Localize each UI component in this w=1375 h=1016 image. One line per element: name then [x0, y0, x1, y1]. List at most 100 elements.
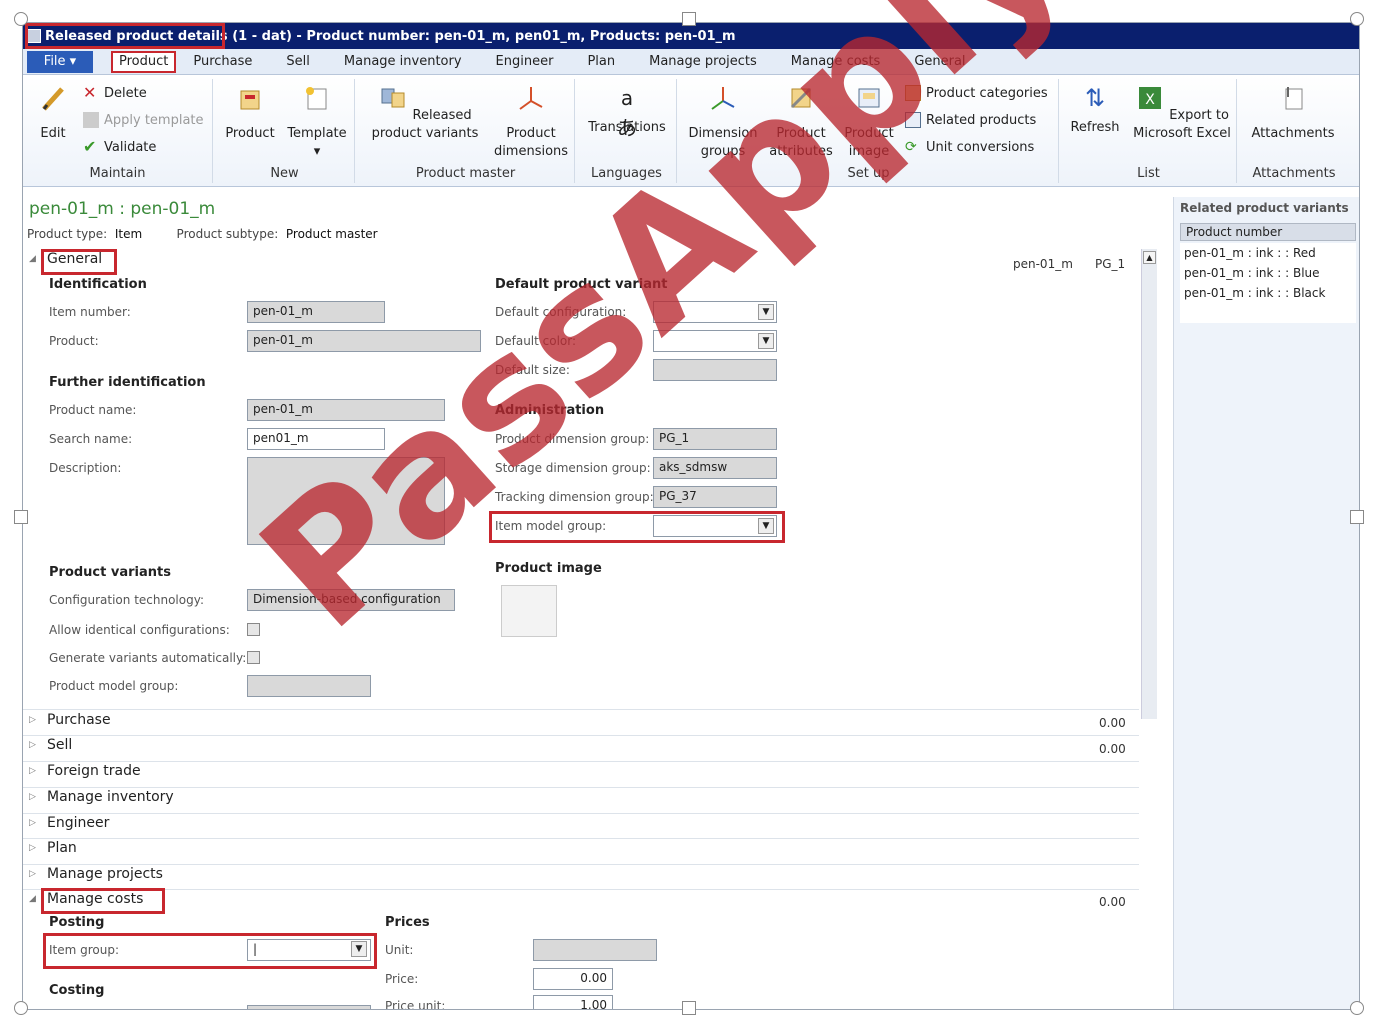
costing-field[interactable]: [247, 1005, 371, 1009]
tab-plan[interactable]: Plan: [570, 51, 632, 73]
related-products-button[interactable]: Related products: [905, 112, 1036, 128]
price-field[interactable]: 0.00: [533, 968, 613, 990]
identification-title: Identification: [49, 277, 147, 292]
divider: [23, 787, 1139, 788]
unit-conversions-icon: ⟳: [905, 139, 917, 155]
product-model-group-field[interactable]: [247, 675, 371, 697]
attributes-icon: [790, 87, 812, 109]
product-title: pen-01_m : pen-01_m: [29, 199, 216, 219]
product-dimensions-button[interactable]: Product dimensions: [491, 83, 571, 161]
tab-engineer[interactable]: Engineer: [479, 51, 571, 73]
fasttab-plan[interactable]: ▷ Plan: [29, 840, 77, 856]
tab-file[interactable]: File ▾: [27, 50, 93, 73]
storage-group-label: Storage dimension group:: [495, 461, 651, 475]
unit-label: Unit:: [385, 943, 414, 957]
default-size-field[interactable]: [653, 359, 777, 381]
group-label-languages: Languages: [591, 166, 662, 181]
tab-purchase[interactable]: Purchase: [176, 51, 269, 73]
divider: [23, 709, 1139, 710]
dimension-groups-button[interactable]: Dimension groups: [683, 83, 763, 161]
chevron-down-icon: ▾: [313, 144, 321, 159]
further-identification-title: Further identification: [49, 375, 206, 390]
validate-button[interactable]: ✔ Validate: [83, 139, 156, 155]
resize-handle-right[interactable]: [1350, 510, 1364, 524]
dropdown-icon[interactable]: ▼: [758, 333, 774, 349]
resize-handle-top-right[interactable]: [1350, 12, 1364, 26]
window-title-rest: (1 - dat) - Product number: pen-01_m, pe…: [232, 28, 736, 44]
price-unit-field[interactable]: 1.00: [533, 995, 613, 1009]
resize-handle-bottom-left[interactable]: [14, 1001, 28, 1015]
unit-conversions-button[interactable]: ⟳ Unit conversions: [905, 139, 1034, 155]
dim-group-field[interactable]: PG_1: [653, 428, 777, 450]
new-template-button[interactable]: Template ▾: [283, 83, 351, 161]
checkmark-icon: ✔: [83, 137, 97, 156]
delete-button[interactable]: ✕ Delete: [83, 85, 147, 101]
released-product-variants-button[interactable]: Released product variants: [361, 83, 489, 143]
group-new: Product Template ▾ New: [215, 79, 355, 183]
default-size-label: Default size:: [495, 363, 570, 377]
default-color-label: Default color:: [495, 334, 577, 348]
highlight-title: [25, 23, 225, 49]
list-item[interactable]: pen-01_m : ink : : Red: [1180, 243, 1356, 263]
allow-identical-checkbox[interactable]: [247, 623, 260, 636]
resize-handle-top[interactable]: [682, 12, 696, 26]
dropdown-icon[interactable]: ▼: [758, 304, 774, 320]
translations-button[interactable]: aあ Translations: [581, 83, 673, 140]
price-label: Price:: [385, 972, 419, 986]
product-image-button[interactable]: Product image: [839, 83, 899, 161]
fasttab-sell[interactable]: ▷ Sell: [29, 737, 72, 753]
image-icon: [858, 88, 880, 108]
description-field[interactable]: [247, 457, 445, 545]
item-number-field[interactable]: pen-01_m: [247, 301, 385, 323]
tracking-group-field[interactable]: PG_37: [653, 486, 777, 508]
tab-manage-costs[interactable]: Manage costs: [774, 51, 898, 73]
divider: [23, 735, 1139, 736]
attachments-button[interactable]: Attachments: [1243, 83, 1343, 143]
default-color-select[interactable]: ▼: [653, 330, 777, 352]
vertical-scrollbar[interactable]: ▲: [1141, 249, 1157, 719]
default-config-select[interactable]: ▼: [653, 301, 777, 323]
config-tech-label: Configuration technology:: [49, 593, 204, 607]
product-name-field[interactable]: pen-01_m: [247, 399, 445, 421]
tab-manage-projects[interactable]: Manage projects: [632, 51, 774, 73]
unit-field[interactable]: [533, 939, 657, 961]
fasttab-purchase[interactable]: ▷ Purchase: [29, 712, 111, 728]
tab-product[interactable]: Product: [111, 50, 177, 73]
product-categories-button[interactable]: Product categories: [905, 85, 1048, 101]
resize-handle-left[interactable]: [14, 510, 28, 524]
related-variants-column-header[interactable]: Product number: [1180, 223, 1356, 241]
fasttab-manage-projects[interactable]: ▷ Manage projects: [29, 866, 163, 882]
costing-title: Costing: [49, 983, 105, 998]
product-type-line: Product type: Item Product subtype: Prod…: [27, 227, 378, 241]
refresh-icon: ⇅: [1084, 84, 1106, 112]
generate-auto-checkbox[interactable]: [247, 651, 260, 664]
tab-general[interactable]: General: [897, 51, 982, 73]
export-excel-button[interactable]: X Export to Microsoft Excel: [1129, 83, 1235, 143]
scroll-up-icon[interactable]: ▲: [1143, 251, 1156, 264]
resize-handle-bottom[interactable]: [682, 1001, 696, 1015]
search-name-field[interactable]: pen01_m: [247, 428, 385, 450]
product-attributes-button[interactable]: Product attributes: [767, 83, 835, 161]
description-label: Description:: [49, 461, 122, 475]
list-item[interactable]: pen-01_m : ink : : Blue: [1180, 263, 1356, 283]
tab-manage-inventory[interactable]: Manage inventory: [327, 51, 479, 73]
tab-sell[interactable]: Sell: [269, 51, 326, 73]
divider: [23, 761, 1139, 762]
edit-button[interactable]: Edit: [29, 83, 77, 143]
list-item[interactable]: pen-01_m : ink : : Black: [1180, 283, 1356, 303]
product-image[interactable]: [501, 585, 557, 637]
config-tech-field[interactable]: Dimension-based configuration: [247, 589, 455, 611]
storage-group-field[interactable]: aks_sdmsw: [653, 457, 777, 479]
group-label-setup: Set up: [847, 166, 890, 181]
fasttab-engineer[interactable]: ▷ Engineer: [29, 815, 109, 831]
apply-template-button[interactable]: Apply template: [83, 112, 204, 128]
fasttab-foreign-trade[interactable]: ▷ Foreign trade: [29, 763, 141, 779]
search-name-label: Search name:: [49, 432, 133, 446]
product-field[interactable]: pen-01_m: [247, 330, 481, 352]
resize-handle-bottom-right[interactable]: [1350, 1001, 1364, 1015]
refresh-button[interactable]: ⇅ Refresh: [1065, 83, 1125, 137]
fasttab-manage-inventory[interactable]: ▷ Manage inventory: [29, 789, 174, 805]
resize-handle-top-left[interactable]: [14, 12, 28, 26]
new-product-button[interactable]: Product: [219, 83, 281, 143]
menu-tabs: File ▾ Product Purchase Sell Manage inve…: [23, 49, 1359, 75]
